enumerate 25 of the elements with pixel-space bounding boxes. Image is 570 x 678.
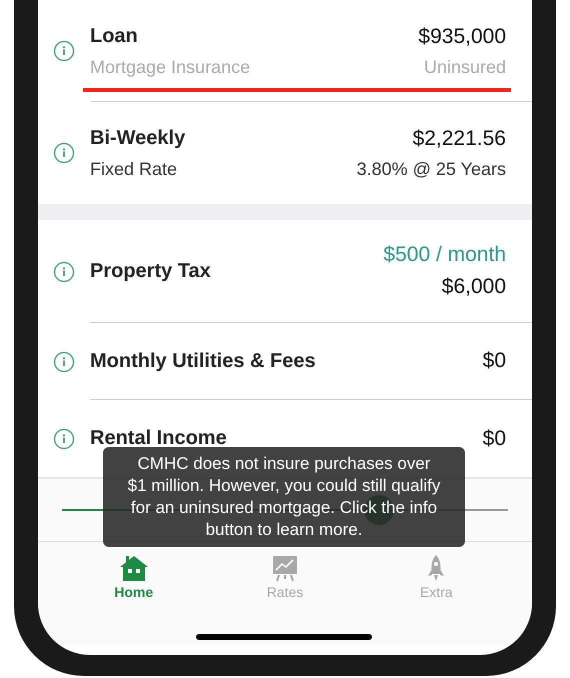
info-icon[interactable] [53, 40, 75, 62]
info-icon[interactable] [53, 350, 75, 372]
row-value: $2,221.56 [412, 126, 506, 150]
monthly-amount: $500 / month [383, 243, 506, 267]
info-icon[interactable] [53, 142, 75, 164]
row-value: $6,000 [442, 275, 506, 299]
tab[interactable]: Rates [244, 554, 325, 608]
info-icon[interactable] [53, 428, 75, 450]
row-title: Property Tax [90, 260, 211, 282]
row-value: $0 [482, 349, 506, 373]
row-detail: Uninsured [424, 56, 506, 78]
row-detail: 3.80% @ 25 Years [356, 158, 506, 180]
row-value: $0 [482, 426, 506, 450]
row-subtitle: Fixed Rate [90, 158, 178, 180]
row-value: $935,000 [418, 24, 506, 48]
tab[interactable]: Home [94, 554, 174, 608]
row-title: Monthly Utilities & Fees [90, 350, 316, 372]
row-subtitle: Mortgage Insurance [90, 56, 250, 78]
tab[interactable]: Extra [396, 554, 476, 608]
row-title: Bi-Weekly [90, 126, 186, 150]
tooltip: CMHC does not insure purchases over $1 million. However, you could still qualify for an uninsured mortgage. Click the info button to learn more. [103, 447, 465, 547]
row-title: Loan [90, 24, 138, 48]
info-icon[interactable] [53, 260, 75, 282]
row-title: Rental Income [90, 427, 227, 450]
house-icon [118, 554, 149, 582]
